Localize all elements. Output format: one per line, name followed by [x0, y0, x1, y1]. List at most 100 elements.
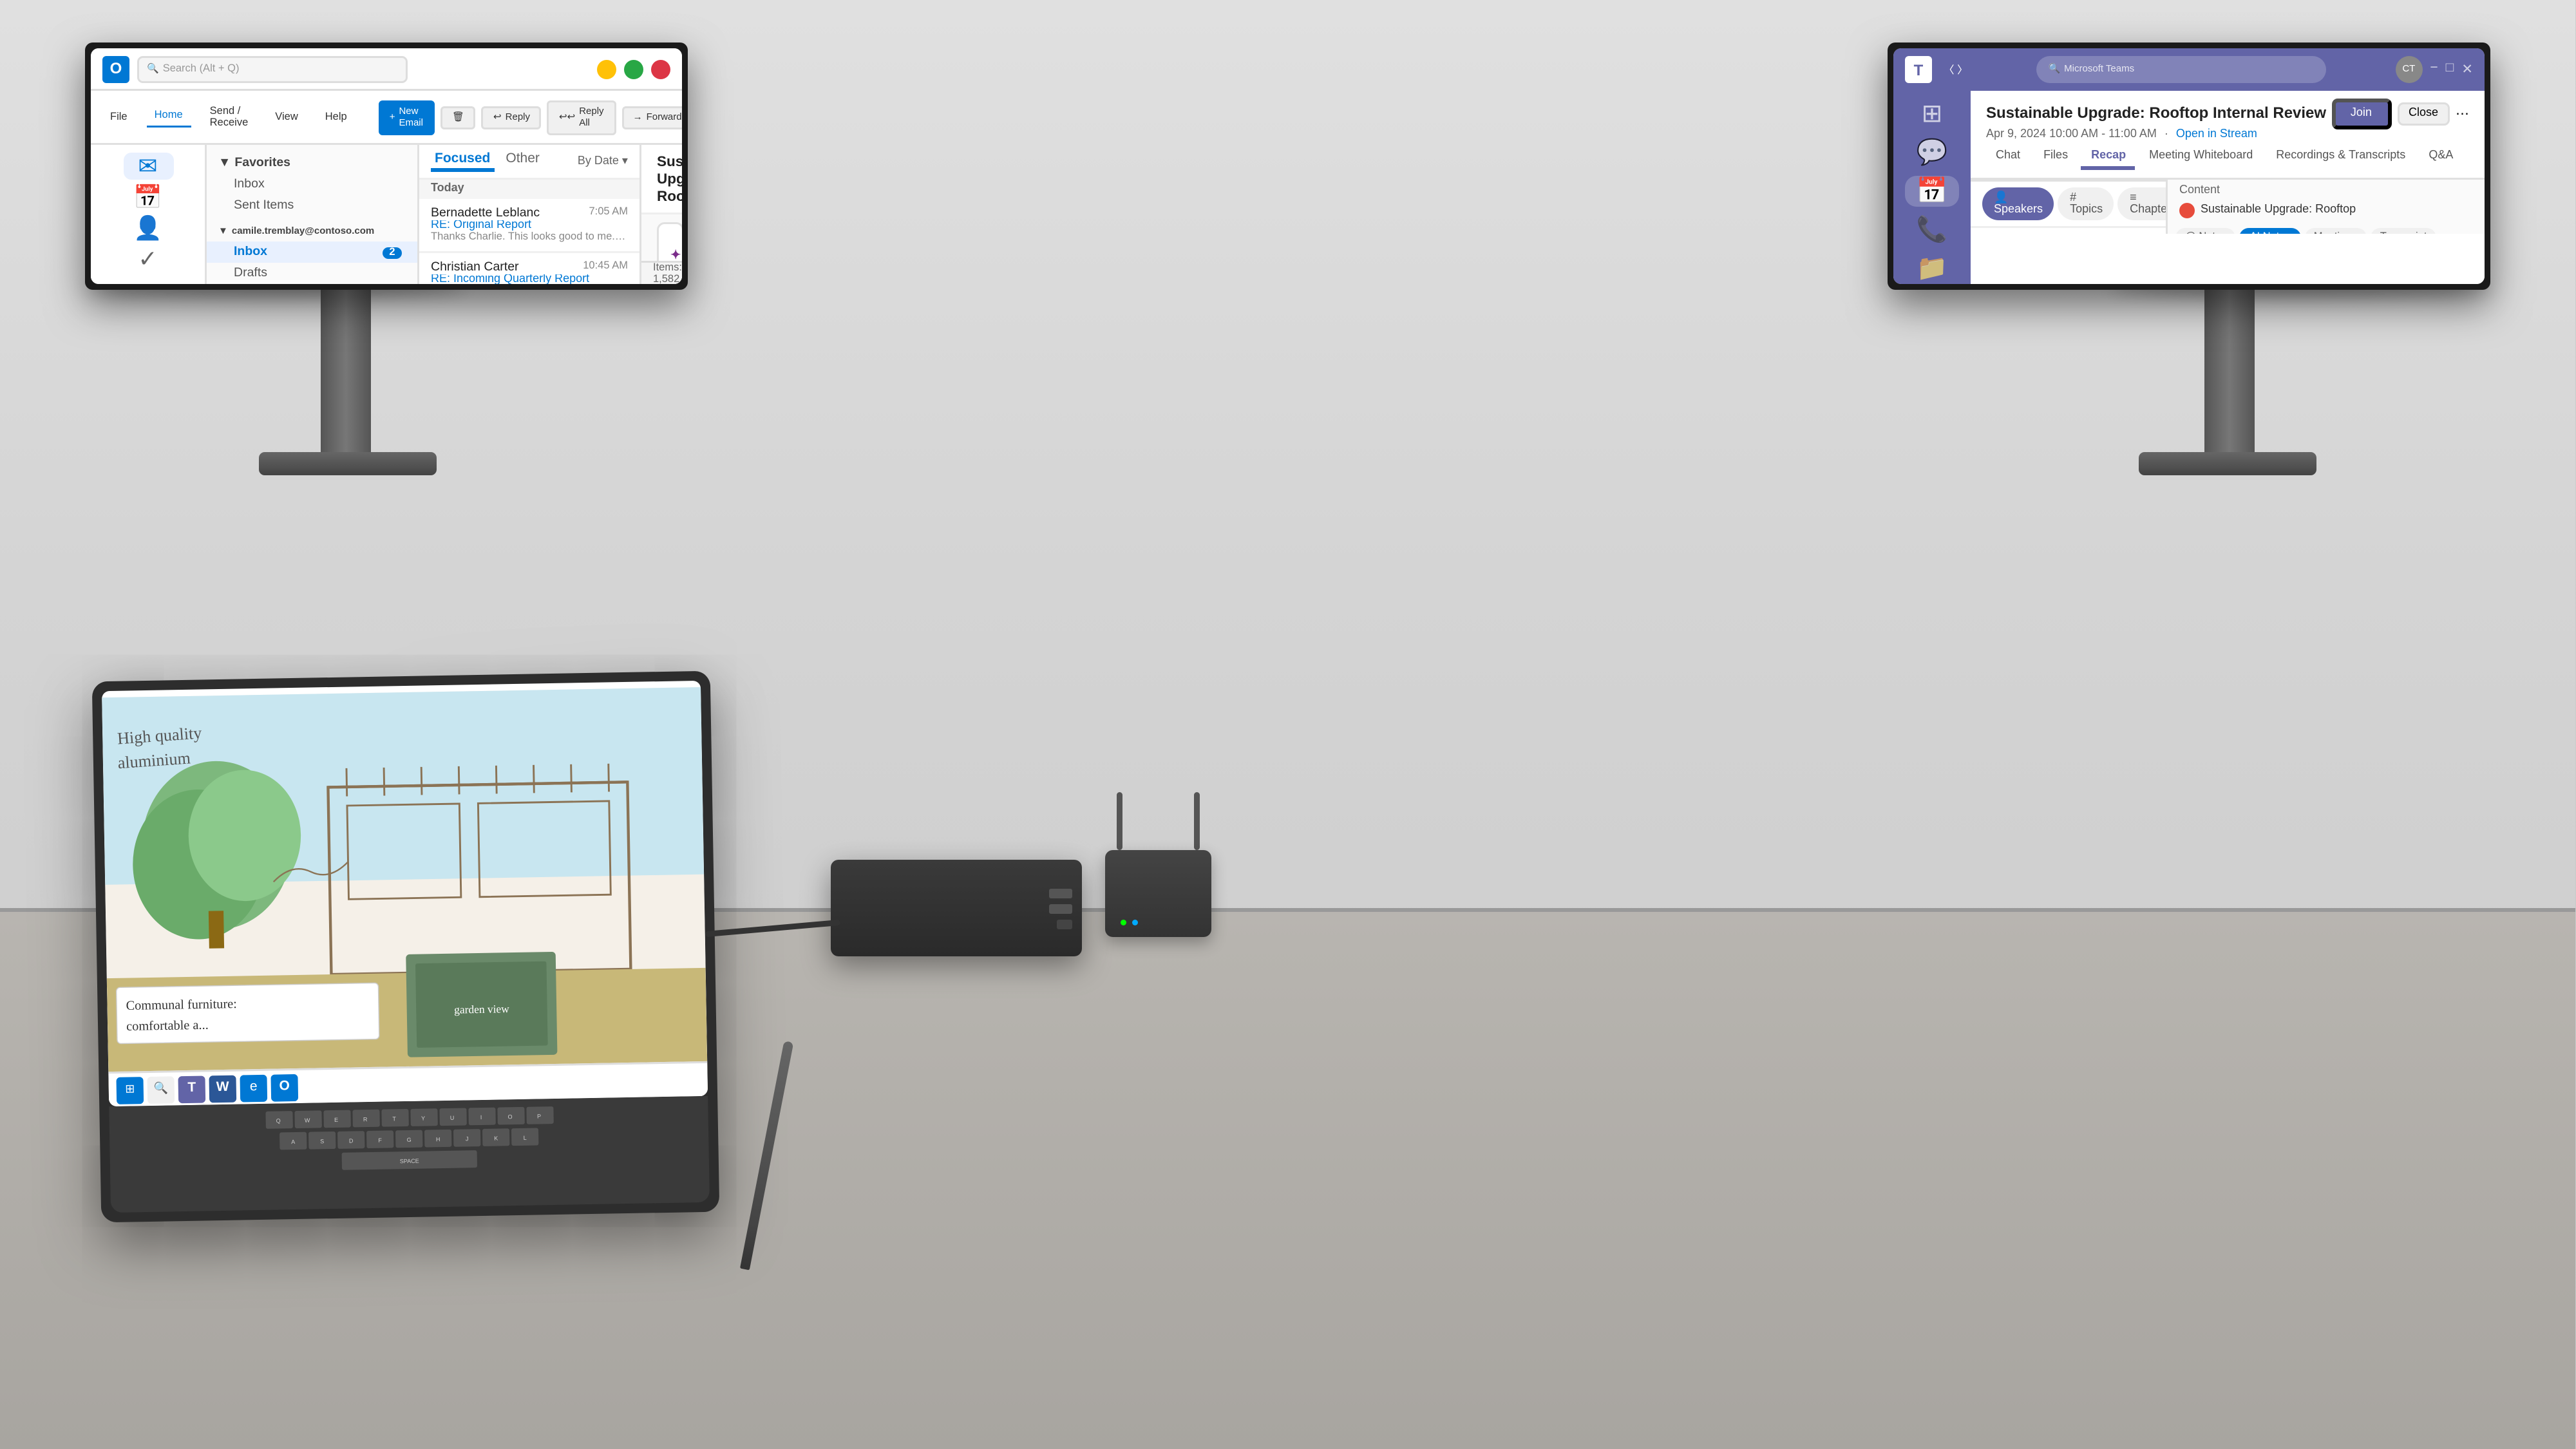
inbox-badge: 2 [383, 247, 402, 258]
key-p[interactable]: P [526, 1106, 553, 1124]
tab-send-receive[interactable]: Send / Receive [202, 102, 256, 133]
forward-button[interactable]: → Forward [621, 106, 682, 129]
tab-chat[interactable]: Chat [1986, 147, 2030, 170]
nav-inbox[interactable]: Inbox 2 [207, 242, 417, 263]
sidebar-chat-icon[interactable]: 💬 [1905, 137, 1959, 168]
timeline-chapters-tab[interactable]: ≡ Chapters [2118, 187, 2166, 220]
timeline-speakers-tab[interactable]: 👤 Speakers [1982, 187, 2054, 220]
teams-logo-icon: T [1905, 56, 1932, 83]
key-a[interactable]: A [279, 1132, 307, 1150]
new-email-button[interactable]: + New Email [378, 100, 435, 135]
teams-titlebar: T 〈 〉 🔍 Microsoft Teams CT − □ ✕ [1893, 48, 2485, 91]
window-controls-teams: − □ ✕ [2430, 62, 2473, 77]
sidebar-calendar-icon[interactable]: 📅 [1905, 176, 1959, 207]
key-space[interactable]: SPACE [342, 1150, 477, 1170]
key-s[interactable]: S [308, 1132, 336, 1150]
router-body [1105, 850, 1211, 937]
focused-tab[interactable]: Focused [431, 151, 494, 172]
join-button[interactable]: Join [2331, 99, 2391, 129]
sidebar-mail-icon[interactable]: ✉ [123, 153, 173, 180]
outlook-search-bar[interactable]: 🔍 Search (Alt + Q) [137, 55, 408, 82]
left-monitor: O 🔍 Search (Alt + Q) F [85, 43, 688, 290]
delete-button[interactable]: 🗑 [440, 106, 476, 129]
tab-help[interactable]: Help [317, 108, 355, 127]
account-header: ▼ camile.tremblay@contoso.com [207, 222, 417, 242]
tab-qa[interactable]: Q&A [2419, 147, 2463, 170]
outlook-sidebar: ✉ 📅 👤 ✓ ··· ⚙ [91, 145, 207, 284]
email-item[interactable]: Bernadette Leblanc 7:05 AM RE: Original … [419, 199, 639, 253]
taskbar-edge-icon[interactable]: e [240, 1074, 267, 1101]
key-h[interactable]: H [424, 1130, 451, 1148]
sidebar-teams-icon[interactable]: ⊞ [1905, 99, 1959, 129]
close-button[interactable] [651, 59, 670, 79]
minimize-button[interactable]: − [2430, 62, 2438, 77]
key-w[interactable]: W [294, 1110, 321, 1128]
email-item[interactable]: Christian Carter 10:45 AM RE: Incoming Q… [419, 253, 639, 284]
key-i[interactable]: I [468, 1108, 495, 1126]
close-meeting-button[interactable]: Close [2397, 102, 2450, 126]
favorites-header: ▼ Favorites [207, 153, 417, 174]
sidebar-tasks-icon[interactable]: ✓ [123, 245, 173, 272]
speaker-list: CC Christian Carter [1971, 228, 2166, 234]
meeting-title: Sustainable Upgrade: Rooftop Internal Re… [1986, 104, 2326, 121]
tab-recordings[interactable]: Recordings & Transcripts [2266, 147, 2415, 170]
sidebar-files-icon[interactable]: 📁 [1905, 253, 1959, 284]
email-title: Sustainable Upgrade: Rooftop [657, 153, 682, 205]
key-j[interactable]: J [453, 1129, 480, 1147]
taskbar-outlook-icon[interactable]: O [270, 1073, 298, 1101]
taskbar-teams-icon[interactable]: T [178, 1075, 205, 1103]
sidebar-calls-icon[interactable]: 📞 [1905, 214, 1959, 245]
sidebar-calendar-icon[interactable]: 📅 [123, 184, 173, 211]
start-button[interactable]: ⊞ [116, 1076, 144, 1104]
key-r[interactable]: R [352, 1110, 379, 1128]
teams-nav-back[interactable]: 〈 〉 [1944, 62, 1968, 77]
meeting-more-button[interactable]: ⋯ [2456, 106, 2469, 122]
tab-files[interactable]: Files [2034, 147, 2078, 170]
outlook-titlebar: O 🔍 Search (Alt + Q) [91, 48, 682, 91]
close-button[interactable]: ✕ [2461, 62, 2473, 77]
teams-search-bar[interactable]: 🔍 Microsoft Teams [2036, 56, 2326, 83]
key-u[interactable]: U [439, 1108, 466, 1126]
tab-view[interactable]: View [267, 108, 305, 127]
key-e[interactable]: E [323, 1110, 350, 1128]
reply-button[interactable]: ↩ Reply [482, 106, 542, 129]
sidebar-people-icon[interactable]: 👤 [123, 214, 173, 242]
tab-recap[interactable]: Recap [2081, 147, 2136, 170]
tab-file[interactable]: File [102, 108, 135, 127]
other-tab[interactable]: Other [502, 151, 544, 172]
email-list-header: Focused Other By Date ▾ [419, 145, 639, 180]
timeline-topics-tab[interactable]: # Topics [2058, 187, 2114, 220]
taskbar-search[interactable]: 🔍 [147, 1075, 175, 1103]
sidebar-more-icon[interactable]: ··· [123, 276, 173, 284]
transcript-tab[interactable]: Transcript [2371, 228, 2437, 234]
reply-all-button[interactable]: ↩↩ Reply All [547, 100, 616, 135]
key-o[interactable]: O [497, 1107, 524, 1125]
tab-whiteboard[interactable]: Meeting Whiteboard [2139, 147, 2262, 170]
content-dot-icon [2179, 203, 2195, 218]
nav-drafts[interactable]: Drafts [207, 263, 417, 284]
mentions-tab[interactable]: Mentions [2304, 228, 2367, 234]
at-notes-tab[interactable]: @ Notes [2175, 228, 2236, 234]
user-avatar[interactable]: CT [2395, 56, 2422, 83]
outlook-main: ✉ 📅 👤 ✓ ··· ⚙ ▼ Favorites [91, 145, 682, 284]
key-t[interactable]: T [381, 1109, 408, 1127]
key-l[interactable]: L [511, 1128, 538, 1146]
nav-favorites-sent[interactable]: Sent Items [207, 195, 417, 216]
maximize-button[interactable]: □ [2446, 62, 2454, 77]
sort-button[interactable]: By Date ▾ [578, 155, 628, 168]
meeting-info: Apr 9, 2024 10:00 AM - 11:00 AM · Open i… [1986, 129, 2469, 141]
key-d[interactable]: D [337, 1131, 365, 1149]
maximize-button[interactable] [624, 59, 643, 79]
svg-text:Communal furniture:: Communal furniture: [126, 997, 237, 1013]
key-q[interactable]: Q [265, 1111, 292, 1129]
nav-favorites-inbox[interactable]: Inbox [207, 174, 417, 195]
tab-home[interactable]: Home [147, 106, 191, 128]
key-k[interactable]: K [482, 1128, 509, 1146]
key-g[interactable]: G [395, 1130, 422, 1148]
ai-notes-tab[interactable]: AI Notes [2240, 228, 2300, 234]
open-in-stream-link[interactable]: Open in Stream [2176, 129, 2257, 141]
minimize-button[interactable] [597, 59, 616, 79]
key-y[interactable]: Y [410, 1108, 437, 1126]
key-f[interactable]: F [366, 1130, 393, 1148]
taskbar-word-icon[interactable]: W [209, 1074, 236, 1102]
